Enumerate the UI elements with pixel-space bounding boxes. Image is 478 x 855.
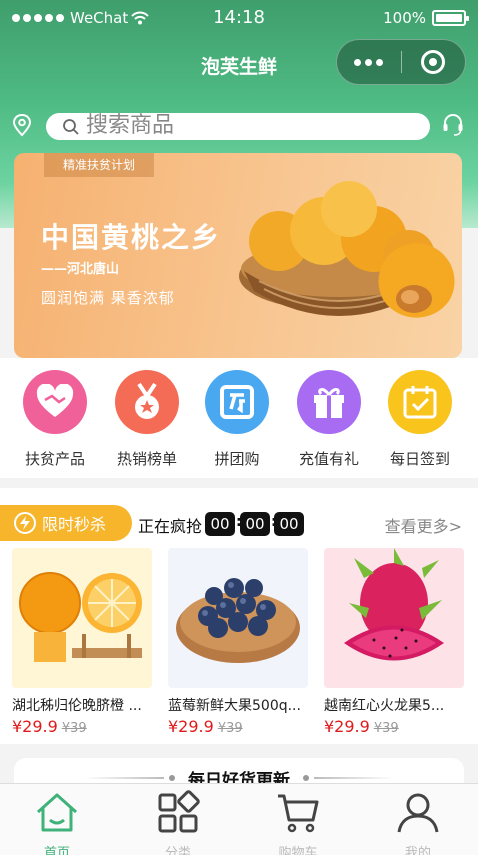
countdown-seconds: 00: [274, 512, 304, 536]
tab-home[interactable]: 首页: [12, 790, 102, 855]
shortcut-hot-list[interactable]: 热销榜单: [102, 370, 192, 469]
target-icon[interactable]: [402, 50, 466, 74]
flash-sale-label: 限时秒杀: [42, 515, 107, 534]
battery-icon: [432, 10, 469, 26]
banner-subline: ——河北唐山: [41, 262, 120, 277]
banner-headline: 中国黄桃之乡: [41, 221, 222, 254]
original-price: ¥39: [217, 721, 243, 736]
search-input[interactable]: 搜索商品: [46, 113, 430, 140]
product-name: 蓝莓新鲜大果500q...: [168, 698, 301, 714]
heart-handshake-icon: [23, 370, 87, 434]
status-bar: WeChat 14:18 100%: [0, 0, 478, 36]
promo-banner[interactable]: 精准扶贫计划 中国黄桃之乡 ——河北唐山 圆润饱满 果香浓郁: [14, 153, 462, 358]
view-more-link[interactable]: 查看更多>: [385, 513, 462, 537]
product-card[interactable]: 越南红心火龙果5... ¥29.9 ¥39: [324, 548, 464, 736]
tab-cart[interactable]: 购物车: [253, 790, 343, 855]
product-price: ¥29.9 ¥39: [324, 717, 464, 736]
countdown-hours: 00: [205, 512, 235, 536]
flash-sale-section: 限时秒杀 正在疯抢 00 : 00 : 00 查看更多> 湖北秭归伦晚脐橙 ..…: [0, 488, 478, 744]
divider-line: [314, 777, 394, 779]
gift-icon: [297, 370, 361, 434]
tab-label: 我的: [404, 846, 431, 855]
location-pin-icon[interactable]: [11, 113, 33, 137]
current-price: ¥29.9: [12, 717, 58, 736]
shortcut-label: 热销榜单: [116, 450, 177, 468]
nav-bar: 泡芙生鲜: [0, 36, 478, 96]
banner-slogan: 圆润饱满 果香浓郁: [41, 289, 175, 307]
current-price: ¥29.9: [168, 717, 214, 736]
shortcut-menu: 扶贫产品 热销榜单 拼团购 充值有礼 每日签到: [0, 358, 478, 478]
shortcut-poverty-relief[interactable]: 扶贫产品: [10, 370, 100, 469]
flash-sale-status: 正在疯抢: [138, 517, 203, 536]
headset-icon[interactable]: [442, 112, 464, 138]
banner-tag: 精准扶贫计划: [44, 153, 154, 177]
user-icon: [397, 793, 439, 833]
search-icon: [63, 119, 79, 135]
calendar-check-icon: [388, 370, 452, 434]
product-card[interactable]: 蓝莓新鲜大果500q... ¥29.9 ¥39: [168, 548, 308, 736]
medal-icon: [115, 370, 179, 434]
mini-program-capsule: [336, 39, 466, 85]
group-buy-icon: [205, 370, 269, 434]
current-price: ¥29.9: [324, 717, 370, 736]
flash-sale-badge: 限时秒杀: [0, 505, 132, 541]
shortcut-label: 每日签到: [389, 450, 450, 468]
category-icon: [158, 790, 200, 833]
shortcut-daily-checkin[interactable]: 每日签到: [375, 370, 465, 469]
tab-label: 分类: [164, 846, 191, 855]
tab-label: 首页: [43, 846, 70, 855]
tab-label: 购物车: [278, 846, 318, 855]
search-row: 搜索商品: [0, 108, 478, 144]
countdown-minutes: 00: [240, 512, 270, 536]
product-card[interactable]: 湖北秭归伦晚脐橙 ... ¥29.9 ¥39: [12, 548, 152, 736]
shortcut-label: 充值有礼: [298, 450, 359, 468]
cart-icon: [278, 794, 319, 833]
original-price: ¥39: [373, 721, 399, 736]
product-price: ¥29.9 ¥39: [12, 717, 152, 736]
lightning-icon: [14, 512, 36, 534]
product-name: 越南红心火龙果5...: [324, 698, 445, 714]
tab-bar: 首页 分类 购物车 我的: [0, 783, 478, 855]
shortcut-recharge-gift[interactable]: 充值有礼: [284, 370, 374, 469]
tab-category[interactable]: 分类: [133, 790, 223, 855]
product-name: 湖北秭归伦晚脐橙 ...: [12, 698, 142, 714]
product-price: ¥29.9 ¥39: [168, 717, 308, 736]
battery: 100%: [383, 9, 469, 27]
peach-basket-image: [239, 181, 455, 318]
battery-percent: 100%: [383, 9, 426, 27]
more-dots-icon[interactable]: [337, 58, 401, 66]
search-placeholder: 搜索商品: [86, 113, 175, 138]
product-image-blueberry: [168, 548, 308, 688]
home-icon: [36, 793, 78, 832]
shortcut-label: 扶贫产品: [24, 450, 85, 468]
shortcut-group-buy[interactable]: 拼团购: [192, 370, 282, 469]
product-image-dragonfruit: [324, 548, 464, 688]
original-price: ¥39: [61, 721, 87, 736]
divider-dot: [303, 775, 309, 781]
product-image-orange: [12, 548, 152, 688]
tab-profile[interactable]: 我的: [373, 790, 463, 855]
shortcut-label: 拼团购: [214, 450, 260, 468]
